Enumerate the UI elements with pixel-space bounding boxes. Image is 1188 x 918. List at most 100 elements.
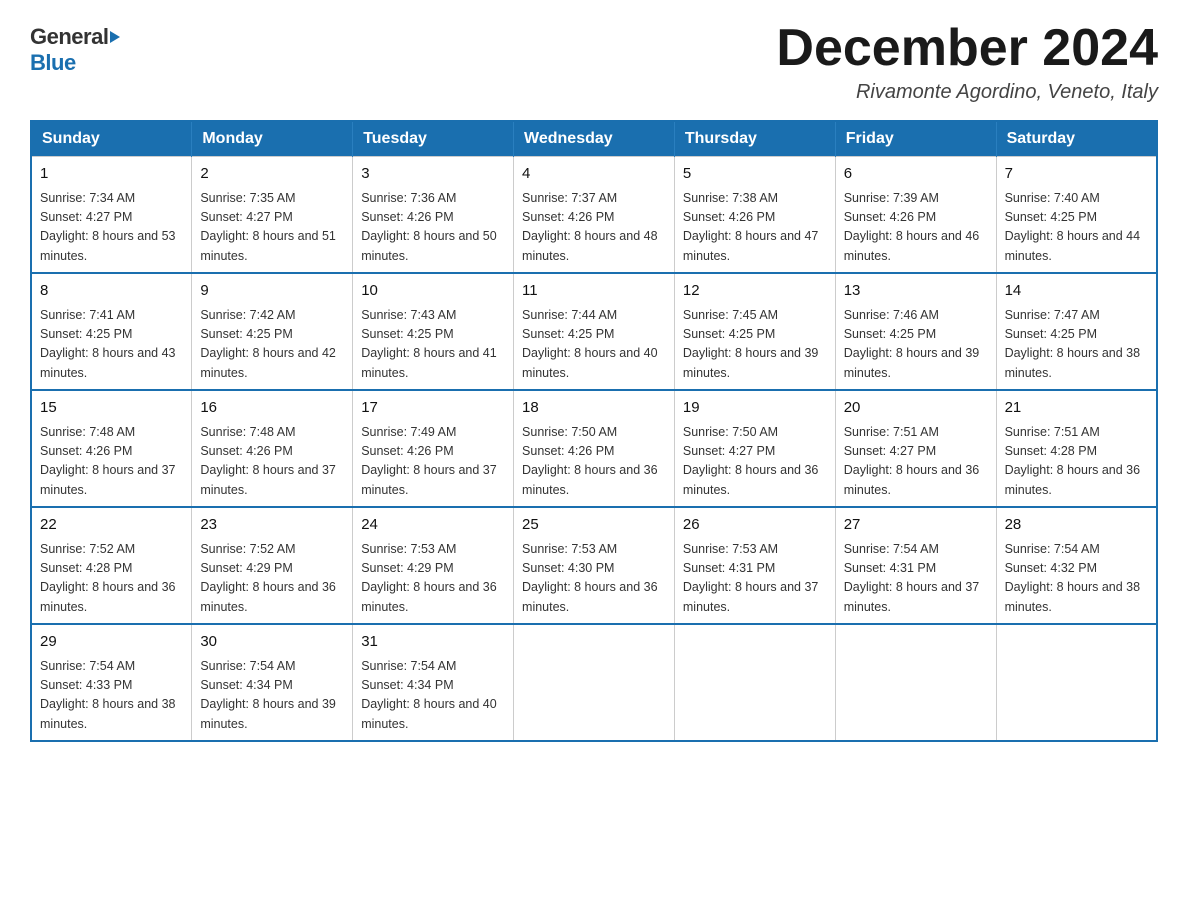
table-cell: 23 Sunrise: 7:52 AM Sunset: 4:29 PM Dayl…	[192, 507, 353, 624]
sunset-label: Sunset: 4:28 PM	[1005, 444, 1097, 458]
title-section: December 2024 Rivamonte Agordino, Veneto…	[776, 20, 1158, 104]
table-cell: 19 Sunrise: 7:50 AM Sunset: 4:27 PM Dayl…	[674, 390, 835, 507]
day-info: Sunrise: 7:54 AM Sunset: 4:32 PM Dayligh…	[1005, 540, 1148, 618]
day-info: Sunrise: 7:50 AM Sunset: 4:26 PM Dayligh…	[522, 423, 666, 501]
day-info: Sunrise: 7:46 AM Sunset: 4:25 PM Dayligh…	[844, 306, 988, 384]
daylight-label: Daylight: 8 hours and 38 minutes.	[1005, 346, 1141, 379]
daylight-label: Daylight: 8 hours and 37 minutes.	[683, 580, 819, 613]
day-number: 24	[361, 514, 505, 537]
day-info: Sunrise: 7:34 AM Sunset: 4:27 PM Dayligh…	[40, 189, 183, 267]
table-cell: 27 Sunrise: 7:54 AM Sunset: 4:31 PM Dayl…	[835, 507, 996, 624]
day-info: Sunrise: 7:51 AM Sunset: 4:27 PM Dayligh…	[844, 423, 988, 501]
daylight-label: Daylight: 8 hours and 39 minutes.	[683, 346, 819, 379]
day-number: 27	[844, 514, 988, 537]
table-cell: 8 Sunrise: 7:41 AM Sunset: 4:25 PM Dayli…	[31, 273, 192, 390]
day-info: Sunrise: 7:54 AM Sunset: 4:34 PM Dayligh…	[200, 657, 344, 735]
page-header: General Blue December 2024 Rivamonte Ago…	[30, 20, 1158, 104]
sunset-label: Sunset: 4:31 PM	[844, 561, 936, 575]
table-cell: 5 Sunrise: 7:38 AM Sunset: 4:26 PM Dayli…	[674, 157, 835, 274]
sunset-label: Sunset: 4:25 PM	[683, 327, 775, 341]
sunrise-label: Sunrise: 7:54 AM	[40, 659, 135, 673]
table-cell: 14 Sunrise: 7:47 AM Sunset: 4:25 PM Dayl…	[996, 273, 1157, 390]
table-cell: 25 Sunrise: 7:53 AM Sunset: 4:30 PM Dayl…	[514, 507, 675, 624]
sunrise-label: Sunrise: 7:54 AM	[361, 659, 456, 673]
day-info: Sunrise: 7:54 AM Sunset: 4:31 PM Dayligh…	[844, 540, 988, 618]
day-number: 1	[40, 163, 183, 186]
sunset-label: Sunset: 4:34 PM	[200, 678, 292, 692]
day-info: Sunrise: 7:52 AM Sunset: 4:29 PM Dayligh…	[200, 540, 344, 618]
table-cell: 16 Sunrise: 7:48 AM Sunset: 4:26 PM Dayl…	[192, 390, 353, 507]
daylight-label: Daylight: 8 hours and 40 minutes.	[522, 346, 658, 379]
day-number: 31	[361, 631, 505, 654]
day-number: 5	[683, 163, 827, 186]
day-number: 13	[844, 280, 988, 303]
sunset-label: Sunset: 4:26 PM	[522, 444, 614, 458]
sunrise-label: Sunrise: 7:50 AM	[683, 425, 778, 439]
daylight-label: Daylight: 8 hours and 36 minutes.	[522, 580, 658, 613]
day-info: Sunrise: 7:38 AM Sunset: 4:26 PM Dayligh…	[683, 189, 827, 267]
daylight-label: Daylight: 8 hours and 46 minutes.	[844, 229, 980, 262]
daylight-label: Daylight: 8 hours and 43 minutes.	[40, 346, 176, 379]
table-cell: 3 Sunrise: 7:36 AM Sunset: 4:26 PM Dayli…	[353, 157, 514, 274]
sunset-label: Sunset: 4:31 PM	[683, 561, 775, 575]
sunrise-label: Sunrise: 7:54 AM	[1005, 542, 1100, 556]
table-cell: 12 Sunrise: 7:45 AM Sunset: 4:25 PM Dayl…	[674, 273, 835, 390]
week-row-1: 1 Sunrise: 7:34 AM Sunset: 4:27 PM Dayli…	[31, 157, 1157, 274]
sunrise-label: Sunrise: 7:52 AM	[200, 542, 295, 556]
sunrise-label: Sunrise: 7:41 AM	[40, 308, 135, 322]
sunrise-label: Sunrise: 7:51 AM	[844, 425, 939, 439]
sunset-label: Sunset: 4:25 PM	[200, 327, 292, 341]
sunrise-label: Sunrise: 7:54 AM	[844, 542, 939, 556]
day-info: Sunrise: 7:41 AM Sunset: 4:25 PM Dayligh…	[40, 306, 183, 384]
sunset-label: Sunset: 4:25 PM	[361, 327, 453, 341]
sunrise-label: Sunrise: 7:38 AM	[683, 191, 778, 205]
day-number: 4	[522, 163, 666, 186]
col-header-tuesday: Tuesday	[353, 121, 514, 157]
sunrise-label: Sunrise: 7:34 AM	[40, 191, 135, 205]
daylight-label: Daylight: 8 hours and 47 minutes.	[683, 229, 819, 262]
daylight-label: Daylight: 8 hours and 39 minutes.	[200, 697, 336, 730]
sunrise-label: Sunrise: 7:51 AM	[1005, 425, 1100, 439]
table-cell: 26 Sunrise: 7:53 AM Sunset: 4:31 PM Dayl…	[674, 507, 835, 624]
day-number: 2	[200, 163, 344, 186]
day-number: 7	[1005, 163, 1148, 186]
daylight-label: Daylight: 8 hours and 36 minutes.	[522, 463, 658, 496]
day-info: Sunrise: 7:47 AM Sunset: 4:25 PM Dayligh…	[1005, 306, 1148, 384]
table-cell: 22 Sunrise: 7:52 AM Sunset: 4:28 PM Dayl…	[31, 507, 192, 624]
logo-general-text: General	[30, 24, 108, 50]
sunset-label: Sunset: 4:26 PM	[844, 210, 936, 224]
table-cell: 29 Sunrise: 7:54 AM Sunset: 4:33 PM Dayl…	[31, 624, 192, 741]
sunset-label: Sunset: 4:34 PM	[361, 678, 453, 692]
table-cell: 6 Sunrise: 7:39 AM Sunset: 4:26 PM Dayli…	[835, 157, 996, 274]
sunset-label: Sunset: 4:25 PM	[1005, 327, 1097, 341]
sunrise-label: Sunrise: 7:39 AM	[844, 191, 939, 205]
day-info: Sunrise: 7:53 AM Sunset: 4:29 PM Dayligh…	[361, 540, 505, 618]
week-row-5: 29 Sunrise: 7:54 AM Sunset: 4:33 PM Dayl…	[31, 624, 1157, 741]
header-row: Sunday Monday Tuesday Wednesday Thursday…	[31, 121, 1157, 157]
sunset-label: Sunset: 4:27 PM	[200, 210, 292, 224]
sunrise-label: Sunrise: 7:54 AM	[200, 659, 295, 673]
week-row-3: 15 Sunrise: 7:48 AM Sunset: 4:26 PM Dayl…	[31, 390, 1157, 507]
day-number: 11	[522, 280, 666, 303]
sunrise-label: Sunrise: 7:40 AM	[1005, 191, 1100, 205]
daylight-label: Daylight: 8 hours and 36 minutes.	[40, 580, 176, 613]
sunset-label: Sunset: 4:26 PM	[522, 210, 614, 224]
table-cell: 7 Sunrise: 7:40 AM Sunset: 4:25 PM Dayli…	[996, 157, 1157, 274]
sunrise-label: Sunrise: 7:36 AM	[361, 191, 456, 205]
sunset-label: Sunset: 4:30 PM	[522, 561, 614, 575]
day-number: 14	[1005, 280, 1148, 303]
day-info: Sunrise: 7:45 AM Sunset: 4:25 PM Dayligh…	[683, 306, 827, 384]
day-info: Sunrise: 7:50 AM Sunset: 4:27 PM Dayligh…	[683, 423, 827, 501]
table-cell: 15 Sunrise: 7:48 AM Sunset: 4:26 PM Dayl…	[31, 390, 192, 507]
sunset-label: Sunset: 4:26 PM	[40, 444, 132, 458]
sunrise-label: Sunrise: 7:35 AM	[200, 191, 295, 205]
day-number: 21	[1005, 397, 1148, 420]
table-cell: 11 Sunrise: 7:44 AM Sunset: 4:25 PM Dayl…	[514, 273, 675, 390]
day-info: Sunrise: 7:51 AM Sunset: 4:28 PM Dayligh…	[1005, 423, 1148, 501]
daylight-label: Daylight: 8 hours and 37 minutes.	[200, 463, 336, 496]
table-cell: 10 Sunrise: 7:43 AM Sunset: 4:25 PM Dayl…	[353, 273, 514, 390]
logo-arrow-icon	[110, 31, 120, 43]
sunset-label: Sunset: 4:29 PM	[200, 561, 292, 575]
day-info: Sunrise: 7:43 AM Sunset: 4:25 PM Dayligh…	[361, 306, 505, 384]
day-number: 23	[200, 514, 344, 537]
